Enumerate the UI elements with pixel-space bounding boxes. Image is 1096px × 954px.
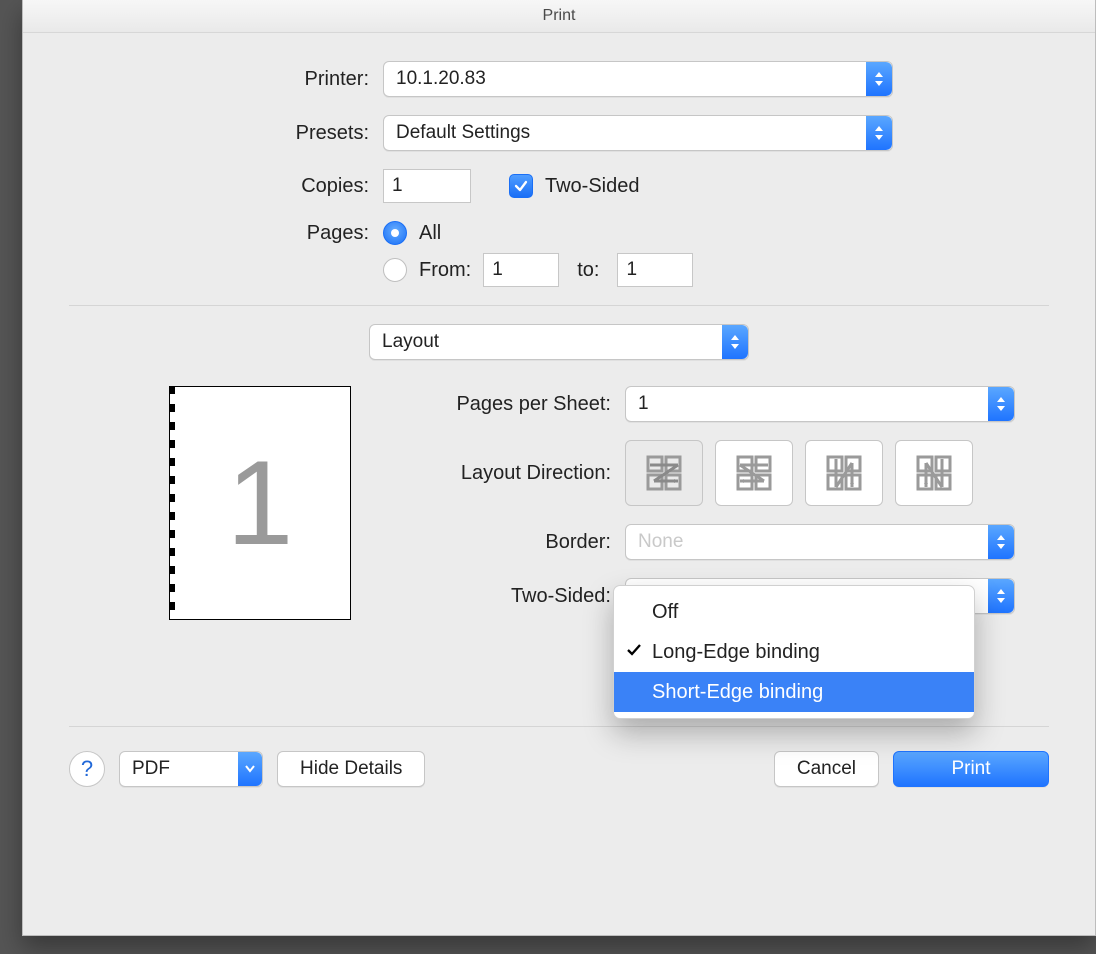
stepper-icon (988, 579, 1014, 613)
presets-popup[interactable]: Default Settings (383, 115, 893, 151)
pages-label: Pages: (69, 222, 383, 245)
pages-to-label: to: (577, 259, 599, 282)
pages-from-label: From: (419, 259, 471, 282)
printer-label: Printer: (69, 68, 383, 91)
pages-to-input[interactable]: 1 (617, 253, 693, 287)
chevron-down-icon (238, 752, 262, 786)
section-value: Layout (382, 331, 439, 353)
two-sided-select-label: Two-Sided: (403, 585, 625, 608)
menu-item-label: Off (652, 601, 678, 624)
pages-per-sheet-popup[interactable]: 1 (625, 386, 1015, 422)
copies-label: Copies: (69, 175, 383, 198)
pdf-label: PDF (132, 758, 170, 780)
printer-popup[interactable]: 10.1.20.83 (383, 61, 893, 97)
stepper-icon (866, 116, 892, 150)
stepper-icon (722, 325, 748, 359)
stepper-icon (866, 62, 892, 96)
dialog-title: Print (23, 0, 1095, 33)
stepper-icon (988, 525, 1014, 559)
help-button[interactable]: ? (69, 751, 105, 787)
border-value: None (638, 531, 683, 553)
page-preview: 1 (169, 386, 351, 620)
pages-from-input[interactable]: 1 (483, 253, 559, 287)
border-label: Border: (403, 531, 625, 554)
presets-value: Default Settings (396, 122, 530, 144)
two-sided-checkbox[interactable] (509, 174, 533, 198)
two-sided-menu: Off Long-Edge binding Short-Edge binding (613, 585, 975, 719)
layout-dir-4[interactable] (895, 440, 973, 506)
hide-details-button[interactable]: Hide Details (277, 751, 425, 787)
layout-dir-3[interactable] (805, 440, 883, 506)
pages-per-sheet-label: Pages per Sheet: (403, 393, 625, 416)
menu-item-short-edge[interactable]: Short-Edge binding (614, 672, 974, 712)
cancel-button[interactable]: Cancel (774, 751, 879, 787)
layout-dir-1[interactable] (625, 440, 703, 506)
pages-per-sheet-value: 1 (638, 393, 649, 415)
copies-input[interactable]: 1 (383, 169, 471, 203)
print-dialog: Print Printer: 10.1.20.83 Presets: Defau… (22, 0, 1096, 936)
printer-value: 10.1.20.83 (396, 68, 486, 90)
menu-item-long-edge[interactable]: Long-Edge binding (614, 632, 974, 672)
checkmark-icon (626, 641, 642, 664)
menu-item-off[interactable]: Off (614, 592, 974, 632)
section-popup[interactable]: Layout (369, 324, 749, 360)
pages-all-radio[interactable] (383, 221, 407, 245)
two-sided-label: Two-Sided (545, 175, 640, 198)
print-button[interactable]: Print (893, 751, 1049, 787)
preview-page-number: 1 (227, 434, 294, 572)
separator (69, 726, 1049, 727)
border-popup[interactable]: None (625, 524, 1015, 560)
separator (69, 305, 1049, 306)
menu-item-label: Short-Edge binding (652, 681, 823, 704)
pages-range-radio[interactable] (383, 258, 407, 282)
stepper-icon (988, 387, 1014, 421)
menu-item-label: Long-Edge binding (652, 641, 820, 664)
layout-dir-2[interactable] (715, 440, 793, 506)
pdf-menu-button[interactable]: PDF (119, 751, 263, 787)
layout-direction-label: Layout Direction: (403, 462, 625, 485)
binding-edge-icon (169, 386, 175, 620)
presets-label: Presets: (69, 122, 383, 145)
pages-all-label: All (419, 222, 441, 245)
